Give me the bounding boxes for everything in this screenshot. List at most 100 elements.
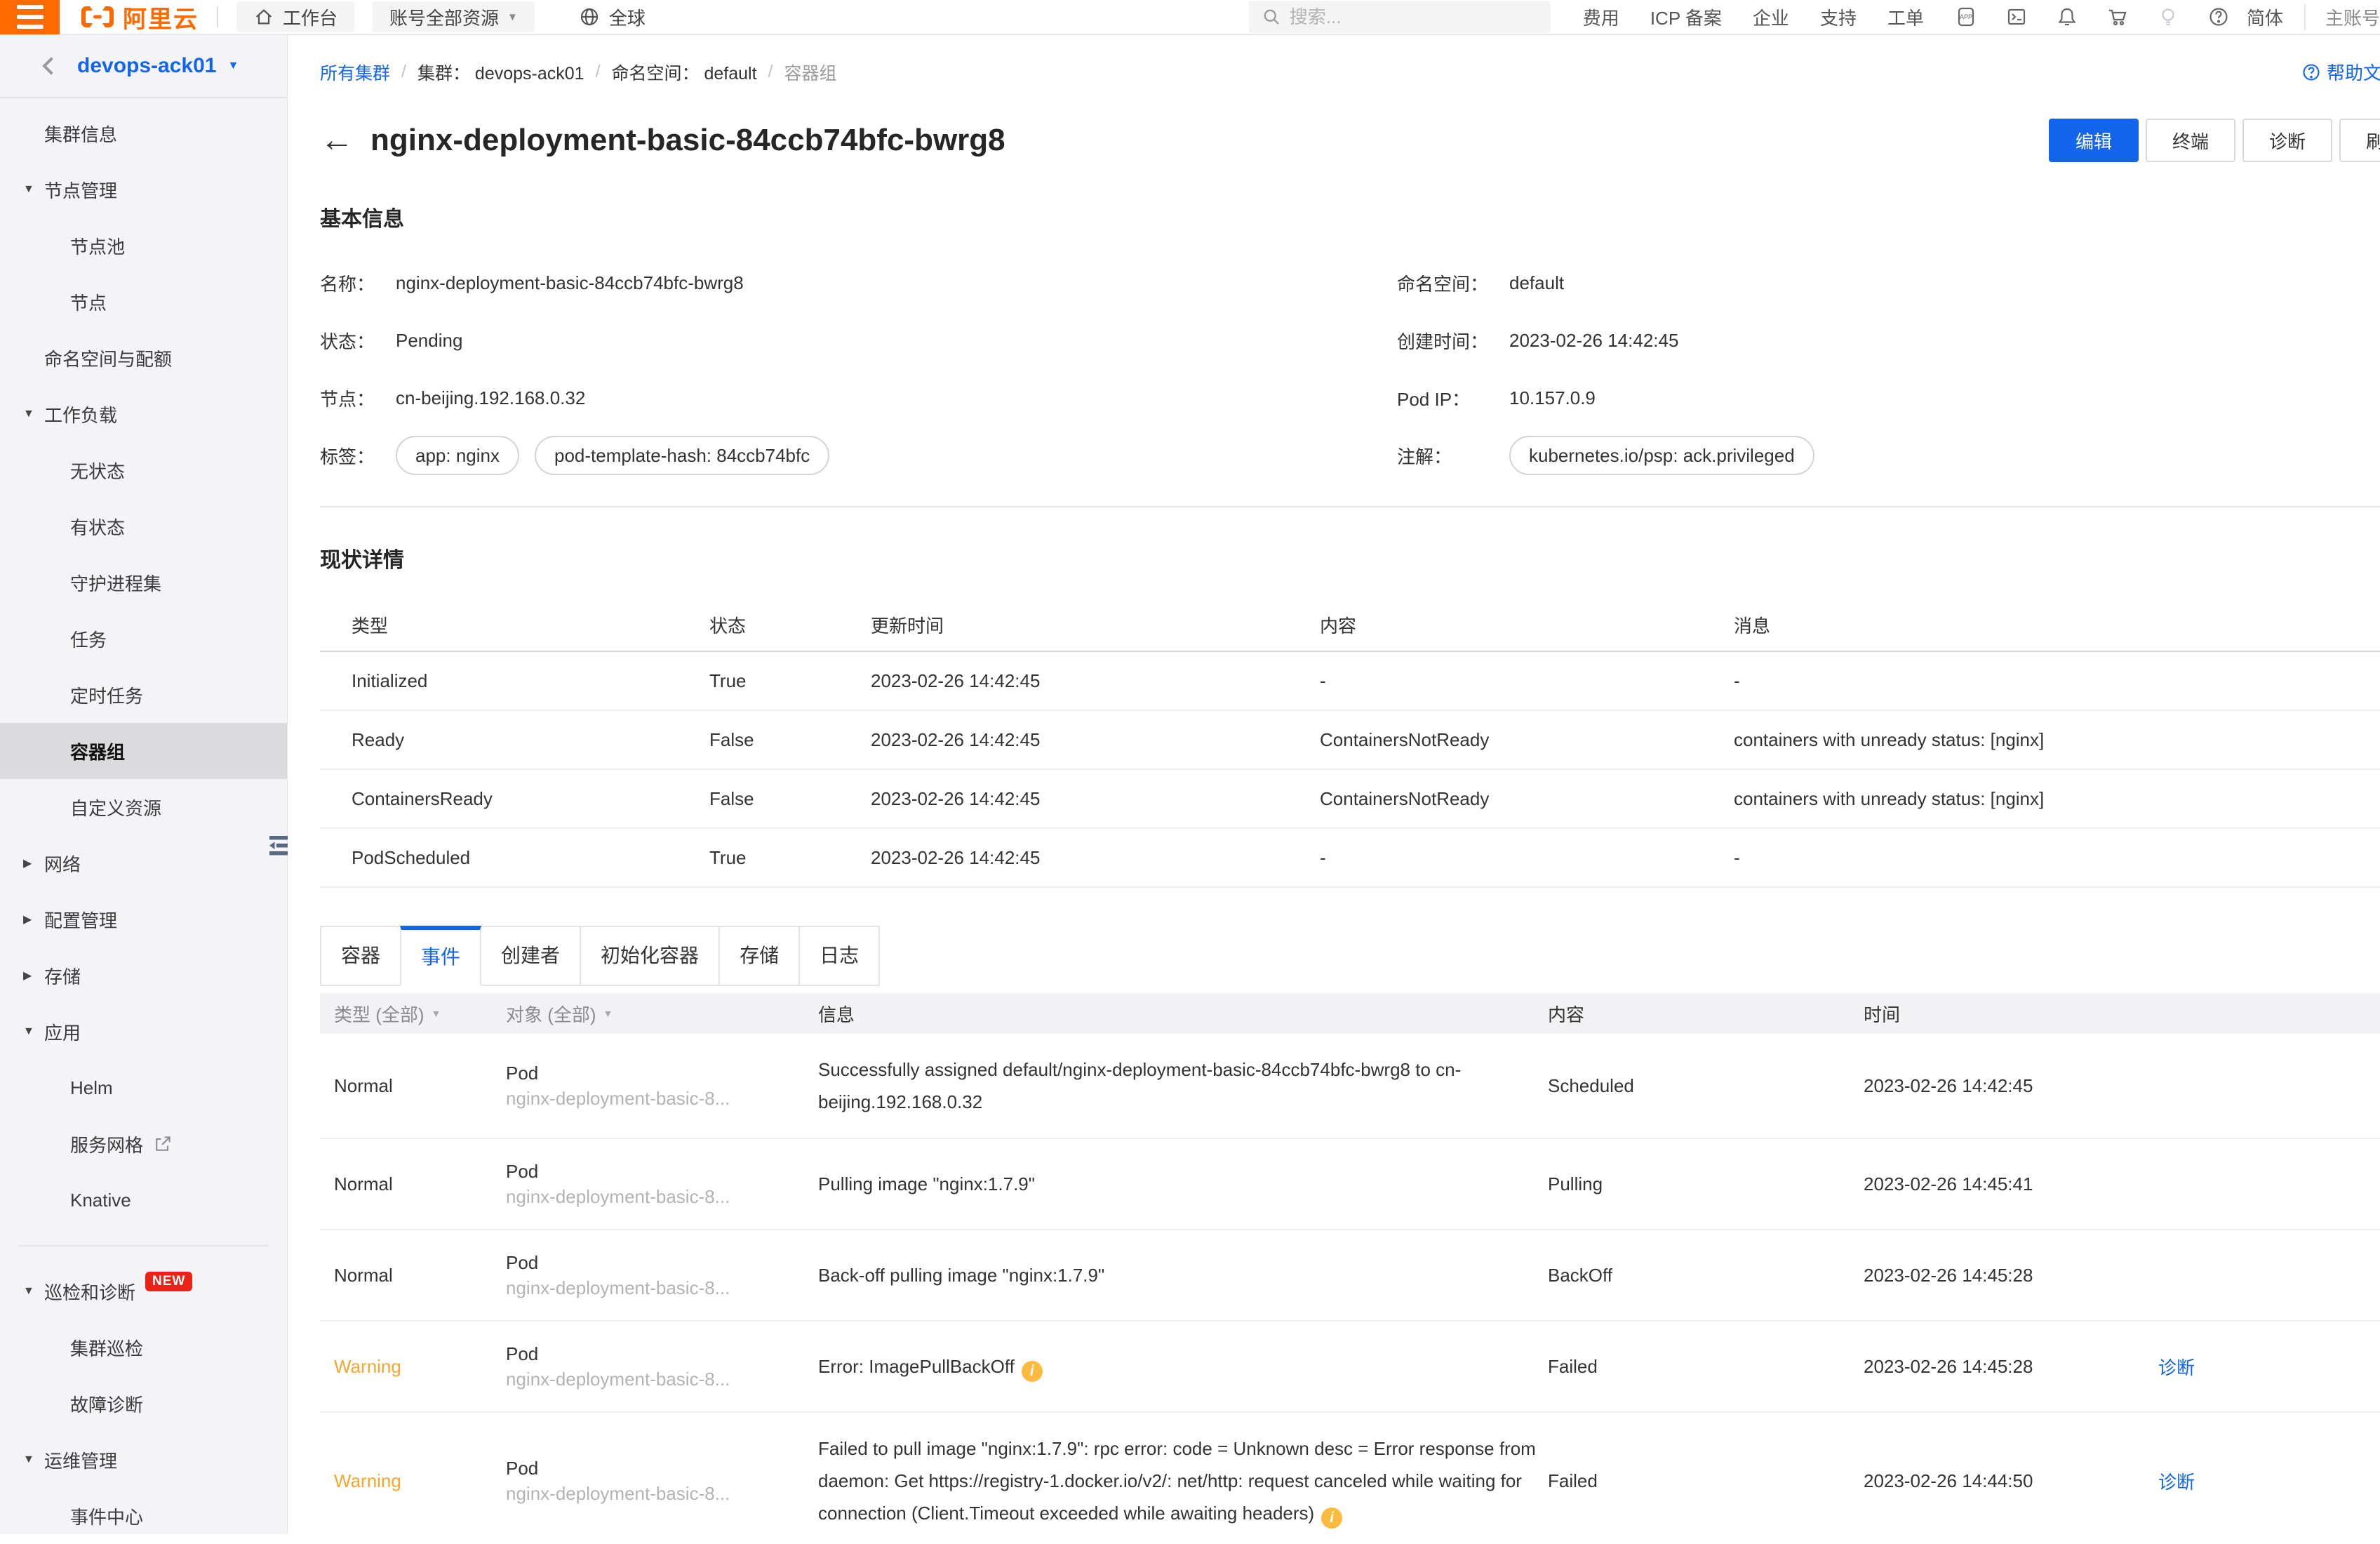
event-object-kind: Pod [506,1341,818,1366]
event-message-cell: Error: ImagePullBackOffi [818,1350,1548,1383]
region-label: 全球 [609,4,646,30]
sidebar-item-service-mesh[interactable]: 服务网格 [0,1116,287,1172]
sidebar-item-helm[interactable]: Helm [0,1060,287,1116]
tab-日志[interactable]: 日志 [798,926,880,986]
sidebar-item-network[interactable]: ▶网络 [0,835,287,891]
app-icon[interactable]: APP [1955,6,1977,28]
home-icon [253,6,274,27]
event-message: Successfully assigned default/nginx-depl… [818,1059,1461,1112]
hamburger-menu-icon[interactable] [0,0,60,34]
tab-存储[interactable]: 存储 [718,926,800,986]
sidebar-item-storage[interactable]: ▶存储 [0,947,287,1004]
tab-创建者[interactable]: 创建者 [480,926,581,986]
sidebar-item-stateless[interactable]: 无状态 [0,442,287,498]
chevron-down-icon: ▼ [603,1008,613,1019]
sidebar-item-knative[interactable]: Knative [0,1172,287,1228]
event-content: Scheduled [1548,1075,1864,1097]
event-row: WarningPodnginx-deployment-basic-8...Fai… [320,1413,2380,1534]
event-message-cell: Failed to pull image "nginx:1.7.9": rpc … [818,1432,1548,1529]
cluster-name[interactable]: devops-ack01 [77,54,216,78]
sidebar-item-jobs[interactable]: 任务 [0,611,287,667]
cart-icon[interactable] [2106,6,2129,28]
event-object-name: nginx-deployment-basic-8... [506,1184,818,1209]
bell-icon[interactable] [2056,6,2078,28]
account-name[interactable]: 主账号 [2304,4,2380,30]
event-type-filter[interactable]: 类型 (全部) ▼ [334,1001,506,1027]
help-doc-link[interactable]: 帮助文档 [2301,59,2380,85]
search-input[interactable] [1290,6,1521,28]
sidebar-item-namespaces-quotas[interactable]: 命名空间与配额 [0,330,287,386]
topbar-link[interactable]: ICP 备案 [1650,4,1722,30]
status-details-title: 现状详情 [320,543,2380,573]
action-button-编辑[interactable]: 编辑 [2049,119,2139,162]
tab-容器[interactable]: 容器 [320,926,401,986]
main-content: 所有集群/集群： devops-ack01/命名空间： default/容器组 … [288,35,2380,1534]
info-field: 标签：app: nginxpod-template-hash: 84ccb74b… [320,436,1397,475]
sidebar-item-fault-diagnosis[interactable]: 故障诊断 [0,1376,287,1432]
sidebar-item-daemonsets[interactable]: 守护进程集 [0,554,287,611]
sidebar-item-ops-management[interactable]: ▼运维管理 [0,1432,287,1488]
sidebar-item-applications[interactable]: ▼应用 [0,1004,287,1060]
action-button-刷新[interactable]: 刷新 [2339,119,2380,162]
breadcrumb-item[interactable]: 所有集群 [320,60,390,85]
event-object-kind: Pod [506,1159,818,1184]
sidebar-item-cluster-inspection[interactable]: 集群巡检 [0,1319,287,1376]
detail-tabs: 容器事件创建者初始化容器存储日志 [320,926,2380,986]
tab-初始化容器[interactable]: 初始化容器 [580,926,720,986]
topbar-link[interactable]: 支持 [1820,4,1857,30]
status-cell: ContainersNotReady [1320,788,1734,810]
back-arrow-icon[interactable]: ← [320,124,354,157]
info-icon[interactable]: i [1321,1508,1342,1529]
sidebar-item-pods[interactable]: 容器组 [0,723,287,779]
sidebar-item-inspection-diagnosis[interactable]: ▼巡检和诊断NEW [0,1263,287,1319]
topbar-link[interactable]: 费用 [1583,4,1619,30]
info-icon[interactable]: i [1022,1361,1043,1382]
event-row: WarningPodnginx-deployment-basic-8...Err… [320,1322,2380,1413]
global-search[interactable] [1249,1,1551,33]
info-field: 创建时间：2023-02-26 14:42:45 [1397,321,2380,360]
chevron-expanded-icon: ▼ [23,1453,34,1466]
topbar-link[interactable]: 工单 [1887,4,1924,30]
sidebar-item-cluster-info[interactable]: 集群信息 [0,105,287,161]
sidebar-item-stateful[interactable]: 有状态 [0,498,287,554]
bulb-icon[interactable] [2157,6,2179,28]
sidebar-item-cronjobs[interactable]: 定时任务 [0,667,287,723]
event-content-header: 内容 [1548,1001,1864,1027]
status-table-row: ContainersReadyFalse2023-02-26 14:42:45C… [320,770,2380,829]
diagnose-link[interactable]: 诊断 [2158,1468,2380,1494]
tab-事件[interactable]: 事件 [400,926,481,986]
sidebar-item-node-management[interactable]: ▼节点管理 [0,161,287,218]
status-cell: - [1320,847,1734,869]
event-level: Warning [334,1356,506,1378]
basic-info-section: 基本信息 名称：nginx-deployment-basic-84ccb74bf… [320,201,2380,507]
breadcrumb: 所有集群/集群： devops-ack01/命名空间： default/容器组 … [320,59,2380,85]
sidebar-collapse-icon[interactable] [267,834,290,858]
globe-icon [578,6,601,28]
workbench-button[interactable]: 工作台 [236,1,354,32]
sidebar-item-workloads[interactable]: ▼工作负载 [0,386,287,442]
terminal-icon[interactable] [2005,6,2028,28]
account-scope-dropdown[interactable]: 账号全部资源 ▼ [373,1,535,32]
diagnose-link[interactable]: 诊断 [2158,1354,2380,1380]
sidebar-item-event-center[interactable]: 事件中心 [0,1488,287,1544]
help-circle-icon[interactable] [2207,6,2230,28]
sidebar-item-nodes[interactable]: 节点 [0,274,287,330]
alibaba-cloud-logo[interactable]: 阿里云 [79,0,199,34]
event-message: Pulling image "nginx:1.7.9" [818,1173,1035,1194]
action-button-终端[interactable]: 终端 [2146,119,2235,162]
event-object-filter[interactable]: 对象 (全部) ▼ [506,1001,818,1027]
action-button-诊断[interactable]: 诊断 [2242,119,2332,162]
back-chevron-icon[interactable] [42,57,60,74]
sidebar-item-custom-resources[interactable]: 自定义资源 [0,779,287,835]
topbar-link[interactable]: 企业 [1753,4,1789,30]
region-selector[interactable]: 全球 [578,4,646,30]
brand-text: 阿里云 [123,0,199,34]
event-object-filter-label: 对象 (全部) [506,1001,596,1027]
sidebar-item-configuration[interactable]: ▶配置管理 [0,891,287,947]
status-cell: - [1320,670,1734,692]
events-table-body: NormalPodnginx-deployment-basic-8...Succ… [320,1034,2380,1534]
language-switch[interactable]: 简体 [2247,4,2283,30]
sidebar-item-node-pools[interactable]: 节点池 [0,218,287,274]
breadcrumb-item: 容器组 [784,60,837,85]
cluster-caret-icon[interactable]: ▼ [227,60,239,72]
